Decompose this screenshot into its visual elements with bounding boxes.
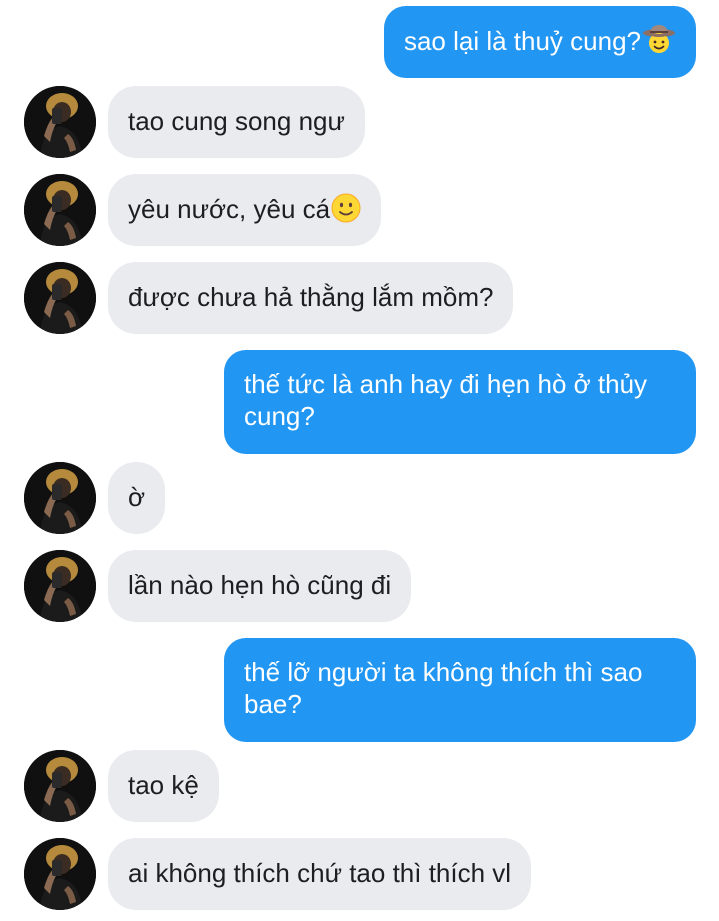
contact-avatar[interactable]	[24, 174, 96, 246]
chat-thread[interactable]: sao lại là thuỷ cung? tao cung song ngư …	[0, 0, 719, 921]
message-text: sao lại là thuỷ cung?	[403, 26, 641, 56]
contact-avatar[interactable]	[24, 550, 96, 622]
incoming-message-bubble[interactable]: lần nào hẹn hò cũng đi	[108, 550, 412, 622]
avatar-photo-icon	[24, 750, 96, 822]
message-text-line: thế lỡ người ta không thích thì sao	[244, 657, 643, 687]
message-text: yêu nước, yêu cá	[128, 194, 331, 224]
avatar-photo-icon	[24, 174, 96, 246]
contact-avatar[interactable]	[24, 262, 96, 334]
contact-avatar[interactable]	[24, 838, 96, 910]
incoming-message-bubble[interactable]: yêu nước, yêu cá	[108, 174, 382, 246]
avatar-photo-icon	[24, 550, 96, 622]
message-text-line: cung?	[244, 401, 315, 431]
incoming-message-bubble[interactable]: tao kệ	[108, 750, 219, 822]
slightly-smiling-face-emoji-icon	[331, 193, 361, 230]
avatar-photo-icon	[24, 462, 96, 534]
message-text-line: bae?	[244, 689, 302, 719]
avatar-photo-icon	[24, 262, 96, 334]
avatar-photo-icon	[24, 86, 96, 158]
message-text: tao kệ	[128, 770, 199, 800]
outgoing-message-bubble[interactable]: sao lại là thuỷ cung?	[383, 6, 696, 78]
incoming-message-bubble[interactable]: được chưa hả thằng lắm mồm?	[108, 262, 514, 334]
incoming-message-bubble[interactable]: tao cung song ngư	[108, 86, 365, 158]
outgoing-message-bubble[interactable]: thế lỡ người ta không thích thì sao bae?	[224, 638, 696, 742]
message-text: ờ	[128, 482, 146, 512]
incoming-message-bubble[interactable]: ai không thích chứ tao thì thích vl	[108, 838, 532, 910]
contact-avatar[interactable]	[24, 86, 96, 158]
message-text: được chưa hả thằng lắm mồm?	[128, 282, 494, 312]
outgoing-message-bubble[interactable]: thế tức là anh hay đi hẹn hò ở thủy cung…	[224, 350, 696, 454]
cowboy-face-emoji-icon	[642, 24, 676, 61]
message-text-line: thế tức là anh hay đi hẹn hò ở thủy	[244, 369, 648, 399]
message-text: ai không thích chứ tao thì thích vl	[128, 858, 512, 888]
message-text: tao cung song ngư	[128, 106, 345, 136]
contact-avatar[interactable]	[24, 750, 96, 822]
avatar-photo-icon	[24, 838, 96, 910]
message-text: lần nào hẹn hò cũng đi	[128, 570, 392, 600]
contact-avatar[interactable]	[24, 462, 96, 534]
incoming-message-bubble[interactable]: ờ	[108, 462, 166, 534]
